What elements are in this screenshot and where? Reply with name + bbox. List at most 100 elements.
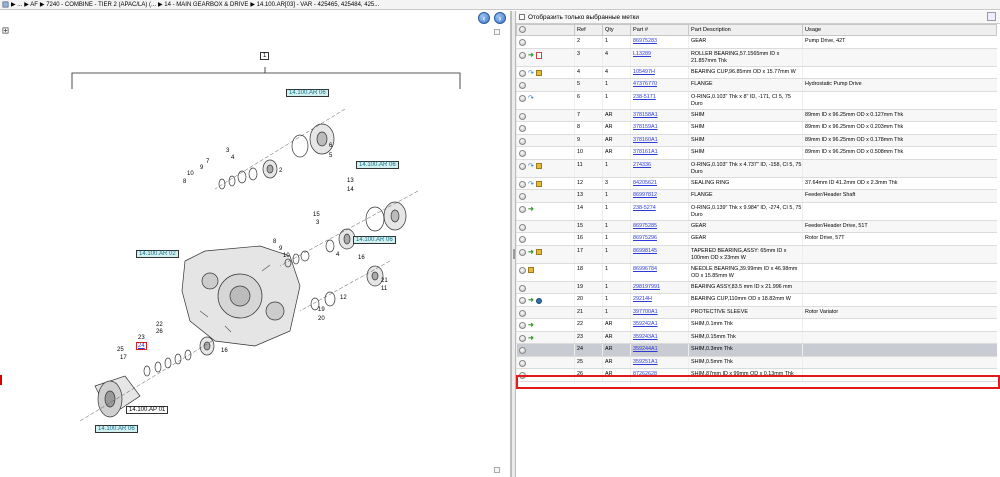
ref-label[interactable]: 9 bbox=[200, 165, 203, 171]
table-row[interactable]: ↷ 4 4 105497H BEARING CUP,96.85mm OD x 15.77… bbox=[516, 66, 997, 79]
cell-part[interactable]: 359243A1 bbox=[630, 331, 689, 344]
kit-box-icon[interactable] bbox=[535, 163, 542, 169]
ref-label[interactable]: 21 bbox=[381, 278, 388, 284]
row-icons[interactable] bbox=[516, 121, 575, 135]
info-icon[interactable] bbox=[519, 125, 526, 132]
splitter-grip-icon[interactable] bbox=[513, 249, 515, 259]
table-row[interactable]: ↷ 6 1 238-5171 O-RING,0.103" Thk x 8" ID, -1… bbox=[516, 91, 997, 110]
part-number-link[interactable]: 86996784 bbox=[633, 266, 657, 272]
ref-label[interactable]: 8 bbox=[273, 239, 276, 245]
replacement-arrow-icon[interactable]: ➜ bbox=[528, 206, 534, 213]
header-qty[interactable]: Qty bbox=[602, 24, 631, 36]
collapse-icon[interactable] bbox=[987, 12, 996, 21]
table-row[interactable]: ➜ 23 AR 359243A1 SHIM,0.15mm Thk bbox=[516, 331, 997, 344]
replacement-arrow-icon[interactable]: ➜ bbox=[528, 297, 534, 304]
cell-part[interactable]: 238-5171 bbox=[630, 91, 689, 110]
diagram-panel[interactable]: ‹ › 1 14.100.AR 06 14.100.AR 06 14.100.A… bbox=[0, 11, 511, 477]
info-icon[interactable] bbox=[519, 205, 526, 213]
cell-part[interactable]: 359242A1 bbox=[630, 318, 689, 332]
callout-link[interactable]: 14.100.AR 06 bbox=[353, 236, 396, 244]
row-icons[interactable] bbox=[516, 109, 575, 122]
cell-part[interactable]: 397700A1 bbox=[630, 306, 689, 319]
part-number-link[interactable]: 378158A1 bbox=[633, 112, 658, 118]
ref-label[interactable]: 22 bbox=[156, 322, 163, 328]
cell-part[interactable]: 86996784 bbox=[630, 263, 689, 282]
breadcrumb-item[interactable]: ▶ ... bbox=[11, 1, 22, 8]
row-icons[interactable] bbox=[516, 281, 575, 294]
info-icon[interactable] bbox=[519, 137, 526, 145]
row-icons[interactable] bbox=[516, 232, 575, 246]
home-icon[interactable] bbox=[2, 1, 9, 8]
part-number-link[interactable]: 238-5274 bbox=[633, 205, 656, 211]
ref-label[interactable]: 23 bbox=[138, 335, 145, 341]
info-icon[interactable] bbox=[519, 193, 526, 200]
row-icons[interactable]: ↷ bbox=[516, 91, 575, 110]
document-icon[interactable] bbox=[535, 51, 542, 59]
ref-label[interactable]: 16 bbox=[221, 348, 228, 354]
replacement-arrow-icon[interactable]: ➜ bbox=[528, 322, 534, 329]
row-icons[interactable]: ➜ bbox=[516, 48, 575, 67]
ref-label[interactable]: 10 bbox=[283, 253, 290, 259]
info-icon[interactable] bbox=[519, 69, 526, 77]
ref-label[interactable]: 13 bbox=[347, 178, 354, 184]
part-number-link[interactable]: 378161A1 bbox=[633, 149, 658, 155]
part-number-link[interactable]: 359243A1 bbox=[633, 334, 658, 340]
callout-link[interactable]: 14.100.AR 06 bbox=[356, 161, 399, 169]
part-number-link[interactable]: 84205621 bbox=[633, 180, 657, 186]
cell-part[interactable]: 86975283 bbox=[630, 35, 689, 49]
callout-link[interactable]: 14.100.AR 06 bbox=[95, 425, 138, 433]
supersede-arrow-icon[interactable]: ↷ bbox=[528, 95, 534, 102]
ref-label[interactable]: 25 bbox=[117, 347, 124, 353]
info-icon[interactable] bbox=[519, 309, 526, 317]
part-number-link[interactable]: 238-5171 bbox=[633, 94, 656, 100]
header-part[interactable]: Part # bbox=[630, 24, 689, 36]
cell-part[interactable]: 359251A1 bbox=[630, 356, 689, 369]
cell-part[interactable]: 238-5274 bbox=[630, 202, 689, 221]
header-ref[interactable]: Ref bbox=[574, 24, 603, 36]
table-row[interactable]: ➜ 17 1 86998145 TAPERED BEARING,ASSY: 65mm I… bbox=[516, 245, 997, 264]
table-row[interactable]: 2 1 86975283 GEAR Pump Drive, 42T bbox=[516, 35, 997, 49]
cell-part[interactable]: L13289 bbox=[630, 48, 689, 67]
cell-part[interactable]: 84205621 bbox=[630, 177, 689, 190]
kit-box-icon[interactable] bbox=[528, 267, 534, 273]
part-number-link[interactable]: 86998145 bbox=[633, 248, 657, 254]
cell-part[interactable]: 86997812 bbox=[630, 189, 689, 203]
table-row[interactable]: 25 AR 359251A1 SHIM,0.5mm Thk bbox=[516, 356, 997, 369]
row-icons[interactable] bbox=[516, 356, 575, 369]
header-usage[interactable]: Usage bbox=[802, 24, 997, 36]
cell-part[interactable]: 47376770 bbox=[630, 78, 689, 92]
breadcrumb-item[interactable]: ▶ 14 - MAIN GEARBOX & DRIVE bbox=[158, 1, 248, 8]
info-icon[interactable] bbox=[519, 223, 526, 231]
part-number-link[interactable]: 86997812 bbox=[633, 192, 657, 198]
filter-label[interactable]: Отобразить только выбранные метки bbox=[528, 14, 639, 21]
info-icon[interactable] bbox=[519, 297, 526, 304]
info-icon[interactable] bbox=[519, 112, 526, 120]
row-icons[interactable]: ➜ bbox=[516, 293, 575, 307]
row-icons[interactable] bbox=[516, 35, 575, 49]
replacement-arrow-icon[interactable]: ➜ bbox=[528, 335, 534, 342]
ref-label[interactable]: 10 bbox=[187, 171, 194, 177]
row-icons[interactable]: ↷ bbox=[516, 66, 575, 79]
table-row[interactable]: 18 1 86996784 NEEDLE BEARING,39.99mm ID x 4… bbox=[516, 263, 997, 282]
row-icons[interactable] bbox=[516, 368, 575, 382]
table-row[interactable]: 13 1 86997812 FLANGE Feeder/Header Shaft bbox=[516, 189, 997, 203]
info-icon[interactable] bbox=[519, 180, 526, 188]
table-row[interactable]: 16 1 86975296 GEAR Rotor Drive, 57T bbox=[516, 232, 997, 246]
globe-icon[interactable] bbox=[535, 297, 542, 304]
cell-part[interactable]: 378158A1 bbox=[630, 109, 689, 122]
cell-part[interactable]: 274336 bbox=[630, 159, 689, 178]
part-number-link[interactable]: 87262628 bbox=[633, 371, 657, 377]
breadcrumb-item[interactable]: ▶ 14.100.AR[03] - VAR - 425465, 425484, … bbox=[250, 1, 379, 8]
cell-part[interactable]: 378159A1 bbox=[630, 121, 689, 135]
cell-part[interactable]: 87262628 bbox=[630, 368, 689, 382]
header-desc[interactable]: Part Description bbox=[688, 24, 803, 36]
info-icon[interactable] bbox=[519, 150, 526, 157]
table-row[interactable]: 19 1 298197991 BEARING ASSY,83.5 mm ID x 21… bbox=[516, 281, 997, 294]
ref-label[interactable]: 14 bbox=[347, 187, 354, 193]
ref-label[interactable]: 3 bbox=[226, 148, 229, 154]
info-icon[interactable] bbox=[519, 284, 526, 292]
row-icons[interactable]: ➜ bbox=[516, 202, 575, 221]
part-number-link[interactable]: 378159A1 bbox=[633, 124, 658, 130]
cell-part[interactable]: 86998145 bbox=[630, 245, 689, 264]
table-row[interactable]: 9 AR 378160A1 SHIM 89mm ID x 96.25mm OD x 0.… bbox=[516, 134, 997, 147]
